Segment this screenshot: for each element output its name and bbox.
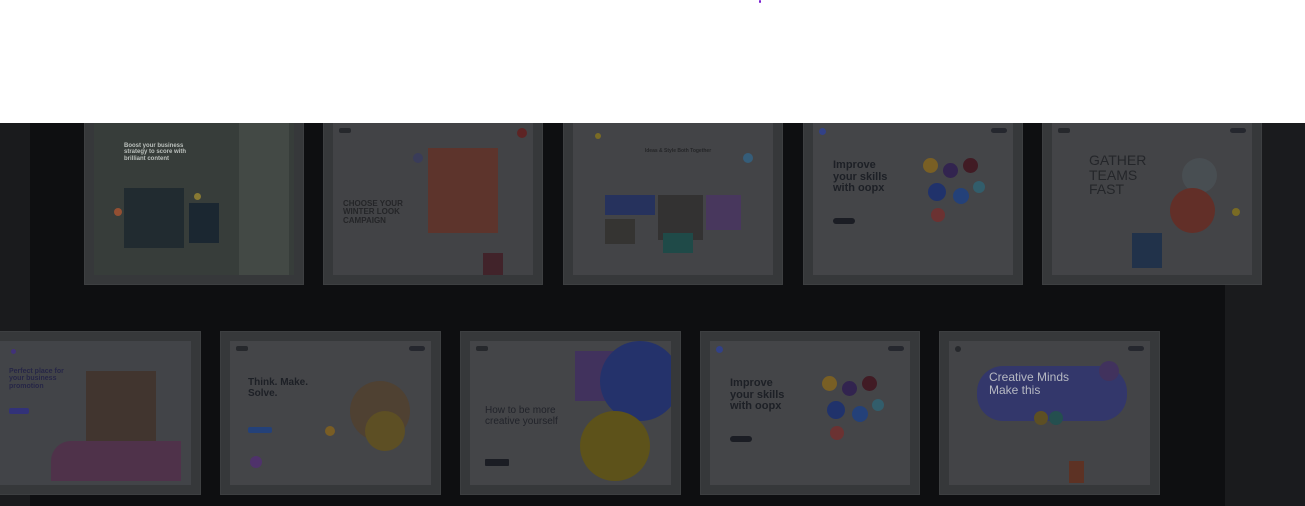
template-card[interactable]: Ideas & Style Both Together xyxy=(563,123,783,285)
card-headline: GATHER TEAMS FAST xyxy=(1089,152,1147,198)
template-card[interactable]: Creative Minds Make this xyxy=(939,331,1160,495)
logo xyxy=(339,128,351,133)
card-headline: Perfect place for your business promotio… xyxy=(9,368,64,390)
template-card[interactable]: GATHER TEAMS FAST xyxy=(1042,123,1262,285)
template-card[interactable]: How to be more creative yourself xyxy=(460,331,681,495)
template-card[interactable]: Boost your business strategy to score wi… xyxy=(84,123,304,285)
card-headline: Think. Make. Solve. xyxy=(248,377,309,399)
card-headline: Improve your skills with oopx xyxy=(730,377,785,413)
card-headline: How to be more creative yourself xyxy=(485,405,558,427)
card-headline: Boost your business strategy to score wi… xyxy=(124,143,187,162)
template-card[interactable]: Improve your skills with oopx xyxy=(803,123,1023,285)
loading-indicator xyxy=(759,0,761,3)
template-card[interactable]: CHOOSE YOUR WINTER LOOK CAMPAIGN xyxy=(323,123,543,285)
card-headline: Creative Minds Make this xyxy=(989,370,1070,397)
card-headline: Improve your skills with oopx xyxy=(833,159,888,195)
template-gallery: Boost your business strategy to score wi… xyxy=(0,123,1305,506)
card-headline: CHOOSE YOUR WINTER LOOK CAMPAIGN xyxy=(343,199,403,225)
template-card[interactable]: Improve your skills with oopx xyxy=(700,331,920,495)
page-header-area xyxy=(0,0,1305,123)
template-card[interactable]: Think. Make. Solve. xyxy=(220,331,441,495)
card-headline: Ideas & Style Both Together xyxy=(644,148,712,154)
template-card[interactable]: Perfect place for your business promotio… xyxy=(0,331,201,495)
